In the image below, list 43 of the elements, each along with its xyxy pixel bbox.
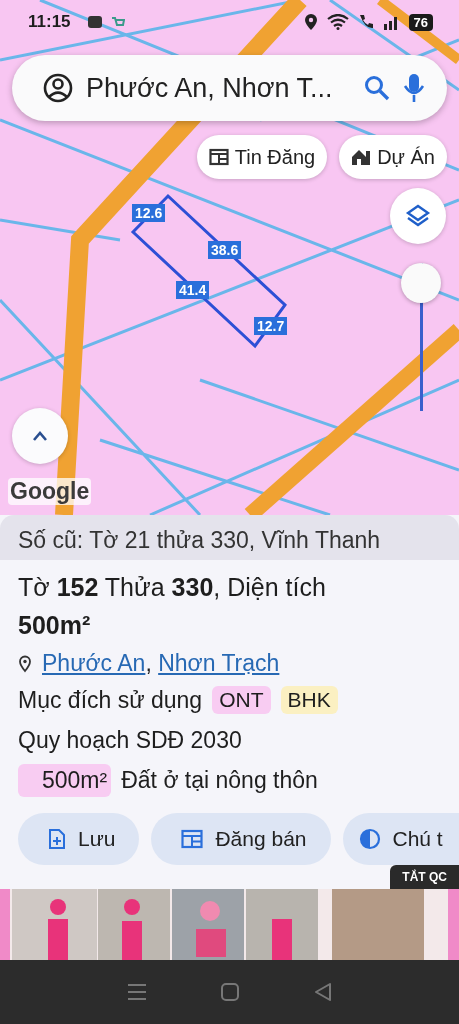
wifi-icon xyxy=(326,14,349,30)
cart-icon xyxy=(110,15,125,29)
parcel-title: Tờ 152 Thửa 330, Diện tích 500m² xyxy=(18,572,327,641)
status-time: 11:15 xyxy=(28,12,71,32)
map-attribution: Google xyxy=(8,478,92,505)
listing-icon xyxy=(208,148,229,166)
usage-label: Mục đích sử dụng xyxy=(18,686,203,714)
listing-icon xyxy=(181,829,204,849)
location-icon xyxy=(302,13,319,31)
location-link[interactable]: Phước An xyxy=(42,650,146,676)
map-filter-chip[interactable]: Tin Đăng xyxy=(196,135,328,179)
map-filter-chip[interactable]: Dự Án xyxy=(339,135,447,179)
edge-length-label: 38.6 xyxy=(208,241,242,259)
microphone-icon[interactable] xyxy=(403,72,425,104)
location-text: Phước An, Nhơn Trạch xyxy=(42,650,280,677)
menu-icon[interactable] xyxy=(126,982,149,1002)
usage-tag: BHK xyxy=(280,686,338,714)
action-button[interactable]: Đăng bán xyxy=(151,813,331,865)
location-pin-icon xyxy=(18,654,32,673)
action-button[interactable]: Lưu xyxy=(18,813,140,865)
edge-length-label: 41.4 xyxy=(176,281,210,299)
chevron-up-icon xyxy=(31,430,49,442)
account-icon[interactable] xyxy=(42,72,74,104)
layers-icon xyxy=(405,203,431,229)
location-link[interactable]: Nhơn Trạch xyxy=(158,650,280,676)
old-parcel-number: Số cũ: Tờ 21 thửa 330, Vĩnh Thanh xyxy=(0,515,459,560)
search-icon[interactable] xyxy=(363,74,391,102)
zone-label: Đất ở tại nông thôn xyxy=(121,766,318,794)
planning-label: Quy hoạch SDĐ 2030 xyxy=(18,725,243,755)
back-icon[interactable] xyxy=(312,982,333,1002)
house-icon xyxy=(351,148,372,166)
usage-tag: ONT xyxy=(212,686,271,714)
layer-opacity-slider[interactable] xyxy=(401,263,441,411)
contrast-icon xyxy=(358,828,381,850)
action-button[interactable]: Chú t xyxy=(342,813,459,865)
close-ad-button[interactable]: TẮT QC xyxy=(390,865,459,889)
edge-length-label: 12.6 xyxy=(132,204,166,222)
search-query: Phước An, Nhơn T... xyxy=(86,72,334,104)
edge-length-label: 12.7 xyxy=(254,317,288,335)
search-bar[interactable]: Phước An, Nhơn T... xyxy=(12,55,447,121)
file-add-icon xyxy=(48,828,66,850)
home-icon[interactable] xyxy=(220,982,241,1002)
zone-area: 500m² xyxy=(18,763,112,797)
